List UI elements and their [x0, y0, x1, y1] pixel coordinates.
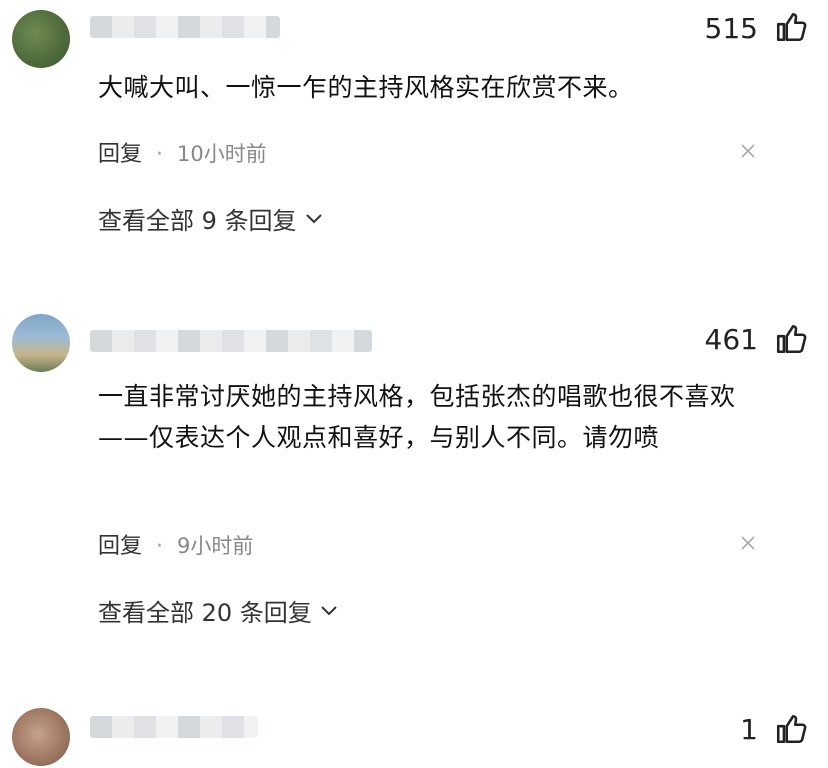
separator-dot: ·	[156, 534, 164, 559]
thumbs-up-icon[interactable]	[774, 322, 808, 356]
reply-button[interactable]: 回复	[98, 534, 142, 559]
comment-text: 大喊大叫、一惊一乍的主持风格实在欣赏不来。	[98, 73, 634, 102]
like-count: 1	[740, 713, 758, 746]
avatar[interactable]	[12, 708, 70, 766]
avatar[interactable]	[12, 10, 70, 68]
chevron-down-icon	[321, 605, 337, 615]
view-all-replies-button[interactable]: 查看全部 9 条回复	[98, 201, 323, 236]
timestamp: 9小时前	[177, 534, 254, 558]
separator-dot: ·	[156, 142, 164, 167]
comment-text: 一直非常讨厌她的主持风格，包括张杰的唱歌也很不喜欢——仅表达个人观点和喜好，与别…	[98, 382, 736, 452]
close-icon[interactable]	[738, 141, 758, 161]
username-blurred[interactable]	[90, 716, 258, 738]
thumbs-up-icon[interactable]	[774, 10, 808, 44]
username-blurred[interactable]	[90, 330, 372, 352]
view-all-label: 查看全部 9 条回复	[98, 207, 297, 235]
timestamp: 10小时前	[177, 142, 267, 166]
like-count: 515	[704, 12, 758, 45]
chevron-down-icon	[305, 213, 322, 223]
close-icon[interactable]	[738, 533, 758, 553]
comment-meta: 回复 · 9小时前	[98, 528, 253, 560]
reply-button[interactable]: 回复	[98, 142, 142, 167]
view-all-replies-button[interactable]: 查看全部 20 条回复	[98, 593, 338, 628]
comment-meta: 回复 · 10小时前	[98, 136, 267, 168]
view-all-label: 查看全部 20 条回复	[98, 599, 312, 627]
thumbs-up-icon[interactable]	[774, 712, 808, 746]
username-blurred[interactable]	[90, 16, 280, 38]
like-count: 461	[704, 323, 758, 356]
avatar[interactable]	[12, 314, 70, 372]
